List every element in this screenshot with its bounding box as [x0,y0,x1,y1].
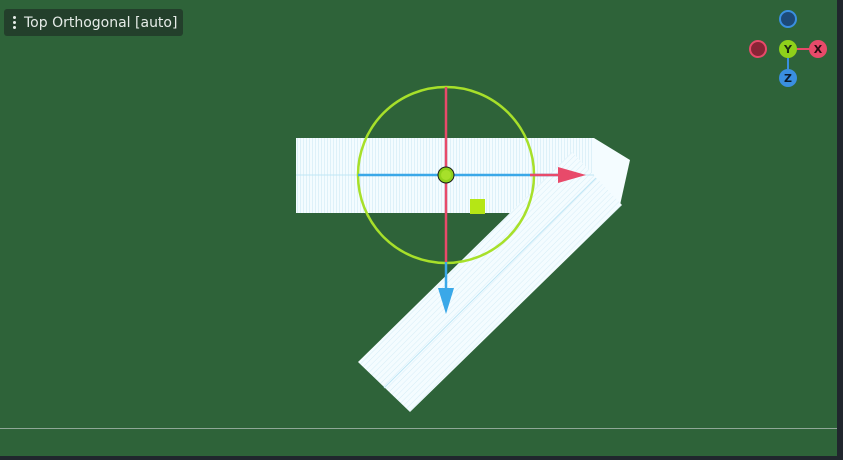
mesh-object[interactable] [296,138,630,412]
panel-edge-bottom [0,456,843,460]
gizmo-z-label: Z [784,72,792,85]
navigation-gizmo[interactable]: Y X Z [749,10,827,87]
gizmo-neg-x-icon[interactable] [749,40,767,58]
kebab-menu-icon [12,16,16,29]
gizmo-neg-z-icon[interactable] [779,10,797,28]
gizmo-y-label: Y [783,43,793,56]
view-menu-button[interactable]: Top Orthogonal [auto] [4,9,184,36]
panel-edge-right [837,0,843,460]
gizmo-x-label: X [814,43,823,56]
3d-viewport[interactable]: Y X Z Top Orthogonal [auto] [0,0,843,460]
scene-canvas: Y X Z [296,10,827,412]
viewport-divider [0,428,837,429]
plane-handle[interactable] [470,199,485,214]
view-label: Top Orthogonal [auto] [24,14,178,31]
